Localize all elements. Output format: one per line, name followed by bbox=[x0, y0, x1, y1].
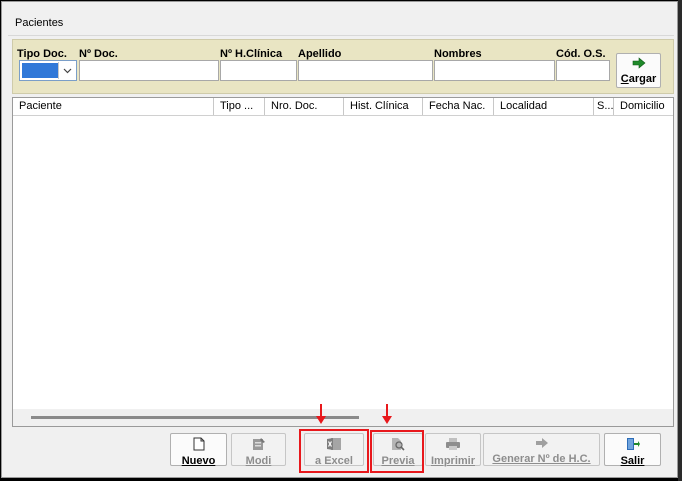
column-header-nro-doc[interactable]: Nro. Doc. bbox=[265, 98, 344, 115]
nombres-label: Nombres bbox=[434, 48, 482, 60]
imprimir-button[interactable]: Imprimir bbox=[425, 433, 481, 467]
salir-label: Salir bbox=[620, 455, 645, 467]
nro-doc-label: Nº Doc. bbox=[79, 48, 118, 60]
cargar-label: Cargar bbox=[620, 73, 657, 85]
pacientes-window: Pacientes Tipo Doc. Nº Doc. Nº H.Clínica… bbox=[0, 0, 682, 481]
nuevo-label: Nuevo bbox=[181, 455, 216, 467]
apellido-label: Apellido bbox=[298, 48, 342, 60]
tipo-doc-selected bbox=[22, 63, 58, 78]
previa-highlight-box bbox=[370, 430, 424, 473]
column-header-localidad[interactable]: Localidad bbox=[494, 98, 594, 115]
modi-label: Modi bbox=[245, 455, 272, 467]
filter-panel: Tipo Doc. Nº Doc. Nº H.Clínica Apellido … bbox=[12, 39, 674, 94]
apellido-input[interactable] bbox=[298, 60, 433, 81]
new-document-icon bbox=[193, 437, 205, 454]
hclinica-input[interactable] bbox=[220, 60, 297, 81]
column-header-hist-clinica[interactable]: Hist. Clínica bbox=[344, 98, 423, 115]
column-header-domicilio[interactable]: Domicilio bbox=[614, 98, 673, 115]
column-header-fecha-nac[interactable]: Fecha Nac. bbox=[423, 98, 494, 115]
imprimir-label: Imprimir bbox=[430, 455, 475, 467]
tipo-doc-label: Tipo Doc. bbox=[17, 48, 67, 60]
tipo-doc-select[interactable] bbox=[19, 60, 77, 81]
cod-os-label: Cód. O.S. bbox=[556, 48, 606, 60]
horizontal-scrollbar[interactable] bbox=[13, 409, 673, 426]
title-divider bbox=[8, 35, 674, 36]
modi-button[interactable]: Modi bbox=[231, 433, 286, 467]
chevron-down-icon[interactable] bbox=[58, 62, 75, 79]
generar-hc-button[interactable]: Generar Nº de H.C. bbox=[483, 433, 600, 466]
exit-door-icon bbox=[625, 437, 641, 454]
cargar-button[interactable]: Cargar bbox=[616, 53, 661, 88]
cod-os-input[interactable] bbox=[556, 60, 610, 81]
printer-icon bbox=[445, 437, 461, 454]
nombres-input[interactable] bbox=[434, 60, 555, 81]
salir-button[interactable]: Salir bbox=[604, 433, 661, 467]
action-toolbar: Nuevo Modi a Excel Previa Imprimir Gener… bbox=[12, 429, 674, 473]
previa-pointer-arrowhead bbox=[382, 416, 392, 424]
hclinica-label: Nº H.Clínica bbox=[220, 48, 283, 60]
scrollbar-thumb[interactable] bbox=[31, 416, 359, 419]
excel-pointer-arrowhead bbox=[316, 416, 326, 424]
pacientes-grid[interactable]: Paciente Tipo ... Nro. Doc. Hist. Clínic… bbox=[12, 97, 674, 427]
column-header-paciente[interactable]: Paciente bbox=[13, 98, 214, 115]
window-client: Pacientes Tipo Doc. Nº Doc. Nº H.Clínica… bbox=[1, 1, 678, 478]
nro-doc-input[interactable] bbox=[79, 60, 219, 81]
edit-icon bbox=[252, 437, 266, 454]
arrow-right-icon bbox=[632, 57, 646, 72]
column-header-s[interactable]: S... bbox=[594, 98, 614, 115]
excel-highlight-box bbox=[299, 429, 369, 473]
window-title: Pacientes bbox=[15, 17, 64, 29]
window-edge bbox=[678, 0, 682, 481]
arrow-right-icon bbox=[535, 437, 549, 452]
nuevo-button[interactable]: Nuevo bbox=[170, 433, 227, 467]
column-header-tipo[interactable]: Tipo ... bbox=[214, 98, 265, 115]
grid-header: Paciente Tipo ... Nro. Doc. Hist. Clínic… bbox=[13, 98, 673, 116]
generar-hc-label: Generar Nº de H.C. bbox=[492, 453, 591, 465]
